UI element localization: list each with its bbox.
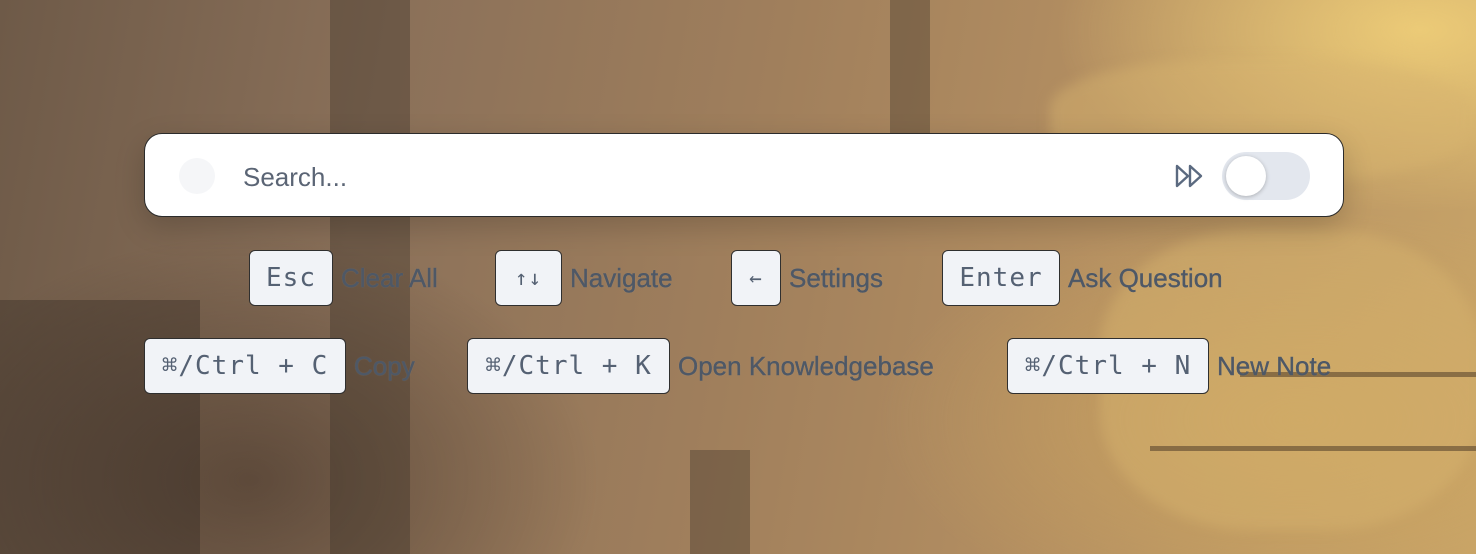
shortcut-label-clear-all: Clear All	[341, 263, 438, 293]
shortcut-label-new-note: New Note	[1217, 351, 1332, 381]
shortcut-label-open-knowledgebase: Open Knowledgebase	[678, 351, 934, 381]
shortcut-label-navigate: Navigate	[570, 263, 673, 293]
circle-icon	[179, 158, 215, 194]
kbd-ctrl-n: ⌘/Ctrl + N	[1007, 338, 1209, 394]
shortcut-label-settings: Settings	[789, 263, 883, 293]
shortcut-label-copy: Copy	[354, 351, 415, 381]
kbd-left-arrow: ←	[731, 250, 781, 306]
kbd-navigate: ↑↓	[495, 250, 562, 306]
fast-forward-icon[interactable]	[1174, 163, 1206, 189]
kbd-ctrl-k: ⌘/Ctrl + K	[467, 338, 670, 394]
mode-toggle[interactable]	[1222, 152, 1310, 200]
toggle-knob	[1226, 156, 1266, 196]
shortcut-label-ask-question: Ask Question	[1068, 263, 1223, 293]
search-bar	[144, 133, 1344, 217]
kbd-ctrl-c: ⌘/Ctrl + C	[144, 338, 346, 394]
kbd-enter: Enter	[942, 250, 1060, 306]
search-input[interactable]	[241, 154, 1145, 200]
kbd-esc: Esc	[249, 250, 333, 306]
